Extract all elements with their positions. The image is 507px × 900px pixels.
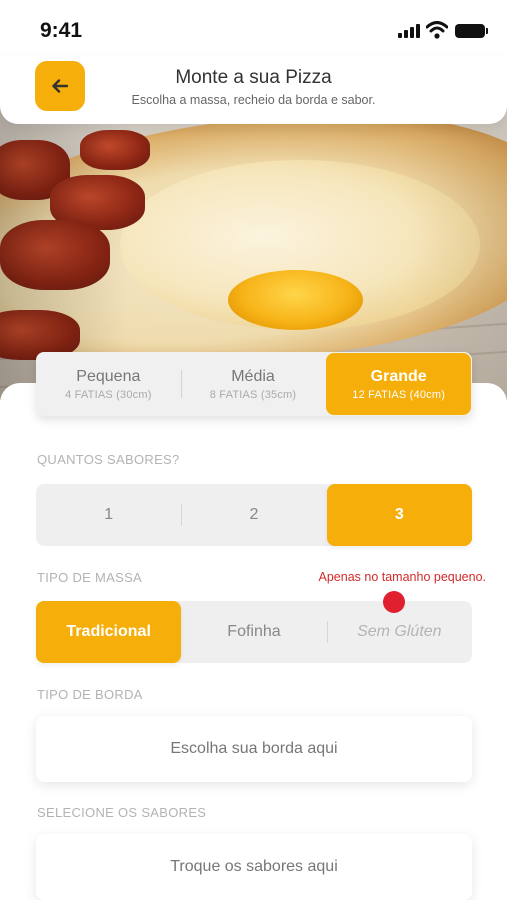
size-label: Pequena (76, 367, 141, 385)
signal-icon (398, 24, 420, 38)
flavors-count-option-3[interactable]: 3 (326, 484, 472, 546)
header: Monte a sua Pizza Escolha a massa, reche… (0, 56, 507, 124)
size-slices: 8 FATIAS (35cm) (209, 388, 297, 401)
size-option-pequena[interactable]: Pequena 4 FATIAS (30cm) (36, 352, 181, 416)
size-selector: Pequena 4 FATIAS (30cm) Média 8 FATIAS (… (36, 352, 472, 416)
touch-indicator (383, 591, 405, 613)
page-title: Monte a sua Pizza (175, 67, 332, 88)
status-time: 9:41 (40, 19, 83, 42)
size-option-media[interactable]: Média 8 FATIAS (35cm) (180, 352, 326, 416)
flavors-count-option-2[interactable]: 2 (181, 484, 326, 546)
page-subtitle: Escolha a massa, recheio da borda e sabo… (131, 93, 376, 107)
massa-warning: Apenas no tamanho pequeno. (318, 570, 487, 584)
flavors-count-option-1[interactable]: 1 (36, 484, 181, 546)
flavors-count-label: QUANTOS SABORES? (37, 452, 180, 467)
massa-selector: Tradicional Fofinha Sem Glúten (36, 601, 472, 663)
size-label: Grande (370, 367, 427, 385)
massa-option-tradicional[interactable]: Tradicional (36, 601, 182, 663)
battery-icon (455, 24, 488, 38)
flavors-count-selector: 1 2 3 (36, 484, 472, 546)
status-bar: 9:41 (0, 0, 507, 56)
sabores-label: SELECIONE OS SABORES (37, 805, 207, 820)
massa-label: TIPO DE MASSA (37, 570, 143, 585)
massa-option-fofinha[interactable]: Fofinha (181, 601, 326, 663)
size-option-grande[interactable]: Grande 12 FATIAS (40cm) (326, 353, 472, 415)
borda-select[interactable]: Escolha sua borda aqui (36, 716, 472, 782)
borda-label: TIPO DE BORDA (37, 687, 143, 702)
size-label: Média (231, 367, 275, 385)
sabores-select[interactable]: Troque os sabores aqui (36, 834, 472, 900)
size-slices: 4 FATIAS (30cm) (65, 388, 152, 401)
wifi-icon (426, 21, 448, 39)
size-slices: 12 FATIAS (40cm) (352, 388, 446, 401)
